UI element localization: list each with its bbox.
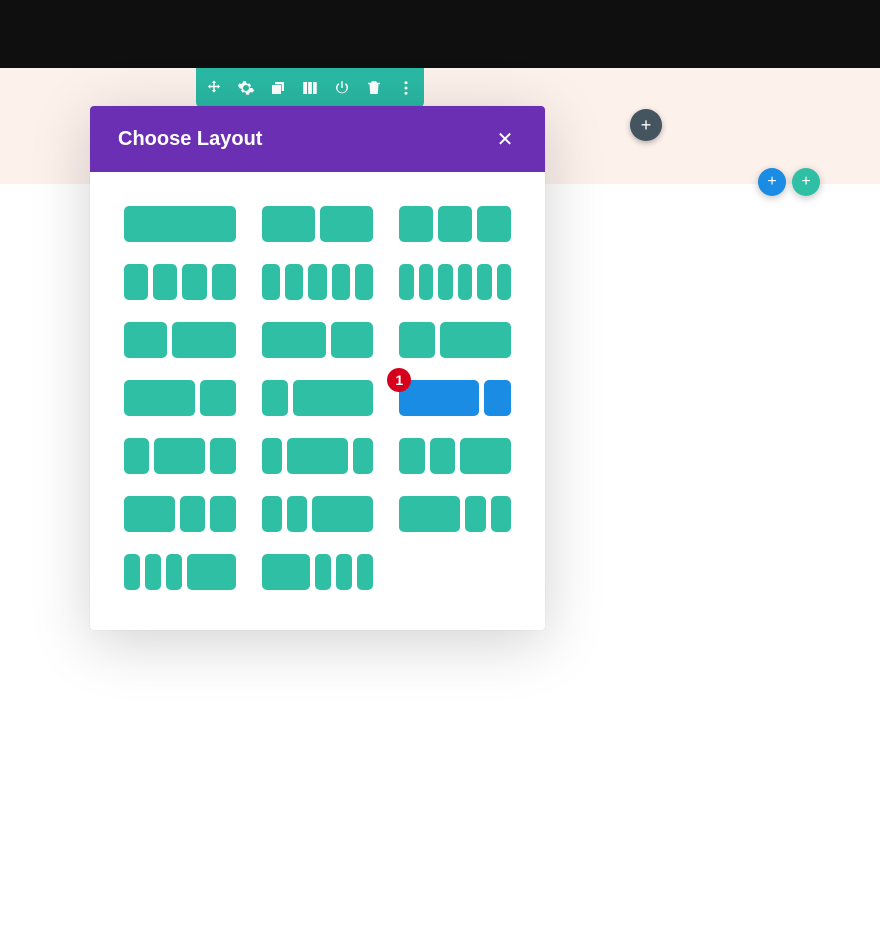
add-module-button[interactable]: +: [630, 109, 662, 141]
layout-option[interactable]: 1: [399, 380, 511, 416]
section-toolbar: [196, 68, 424, 108]
gear-icon[interactable]: [237, 79, 255, 97]
layout-segment: [430, 438, 455, 474]
layout-option[interactable]: [124, 438, 236, 474]
duplicate-icon[interactable]: [269, 79, 287, 97]
layout-segment: [332, 264, 350, 300]
layout-option[interactable]: [124, 322, 236, 358]
layout-segment: [187, 554, 235, 590]
layout-segment: [484, 380, 511, 416]
choose-layout-modal: Choose Layout ✕ 1: [90, 106, 545, 630]
plus-icon: +: [801, 173, 810, 191]
layout-segment: [312, 496, 373, 532]
close-icon[interactable]: ✕: [493, 127, 517, 151]
layout-grid: 1: [90, 172, 545, 630]
layout-segment: [180, 496, 205, 532]
layout-segment: [419, 264, 433, 300]
layout-segment: [262, 438, 282, 474]
layout-segment: [438, 264, 452, 300]
layout-option[interactable]: [262, 264, 374, 300]
layout-segment: [399, 206, 433, 242]
layout-option[interactable]: [262, 322, 374, 358]
layout-option[interactable]: [124, 380, 236, 416]
layout-segment: [262, 206, 315, 242]
layout-option[interactable]: [262, 380, 374, 416]
layout-option[interactable]: [399, 322, 511, 358]
move-icon[interactable]: [205, 79, 223, 97]
layout-option[interactable]: [399, 438, 511, 474]
power-icon[interactable]: [333, 79, 351, 97]
layout-segment: [399, 496, 460, 532]
layout-option[interactable]: [124, 554, 236, 590]
layout-segment: [315, 554, 331, 590]
layout-segment: [262, 380, 289, 416]
layout-segment: [200, 380, 236, 416]
layout-option[interactable]: [399, 206, 511, 242]
layout-segment: [124, 206, 236, 242]
layout-segment: [124, 380, 195, 416]
layout-segment: [285, 264, 303, 300]
layout-option[interactable]: [262, 438, 374, 474]
layout-option[interactable]: [262, 206, 374, 242]
layout-option[interactable]: [124, 264, 236, 300]
plus-icon: +: [641, 115, 652, 136]
layout-segment: [154, 438, 205, 474]
layout-option[interactable]: [124, 496, 236, 532]
modal-header: Choose Layout ✕: [90, 106, 545, 172]
layout-segment: [124, 264, 148, 300]
layout-segment: [145, 554, 161, 590]
top-dark-band: [0, 0, 880, 68]
layout-segment: [182, 264, 206, 300]
layout-segment: [262, 322, 326, 358]
layout-segment: [353, 438, 373, 474]
layout-segment: [210, 496, 235, 532]
layout-segment: [440, 322, 511, 358]
layout-segment: [477, 264, 491, 300]
delete-icon[interactable]: [365, 79, 383, 97]
layout-segment: [399, 264, 413, 300]
layout-segment: [124, 496, 175, 532]
add-row-button[interactable]: +: [758, 168, 786, 196]
layout-segment: [399, 380, 479, 416]
layout-segment: [355, 264, 373, 300]
layout-segment: [172, 322, 236, 358]
layout-segment: [331, 322, 374, 358]
columns-icon[interactable]: [301, 79, 319, 97]
layout-segment: [460, 438, 511, 474]
layout-segment: [166, 554, 182, 590]
layout-segment: [399, 438, 424, 474]
layout-segment: [438, 206, 472, 242]
layout-segment: [212, 264, 236, 300]
layout-segment: [124, 554, 140, 590]
modal-title: Choose Layout: [118, 128, 262, 151]
more-icon[interactable]: [397, 79, 415, 97]
layout-segment: [458, 264, 472, 300]
layout-segment: [477, 206, 511, 242]
layout-segment: [357, 554, 373, 590]
layout-segment: [491, 496, 511, 532]
layout-segment: [287, 438, 348, 474]
layout-segment: [262, 496, 282, 532]
layout-segment: [320, 206, 373, 242]
layout-option[interactable]: [124, 206, 236, 242]
layout-option[interactable]: [399, 496, 511, 532]
layout-segment: [308, 264, 326, 300]
layout-segment: [124, 322, 167, 358]
layout-segment: [153, 264, 177, 300]
layout-segment: [399, 322, 435, 358]
layout-option[interactable]: [262, 496, 374, 532]
layout-segment: [287, 496, 307, 532]
layout-segment: [262, 264, 280, 300]
layout-option[interactable]: [399, 264, 511, 300]
layout-segment: [336, 554, 352, 590]
layout-option[interactable]: [262, 554, 374, 590]
layout-segment: [293, 380, 373, 416]
layout-segment: [124, 438, 149, 474]
layout-segment: [262, 554, 310, 590]
plus-icon: +: [767, 173, 776, 191]
layout-segment: [497, 264, 511, 300]
layout-segment: [210, 438, 235, 474]
layout-segment: [465, 496, 485, 532]
add-section-button[interactable]: +: [792, 168, 820, 196]
